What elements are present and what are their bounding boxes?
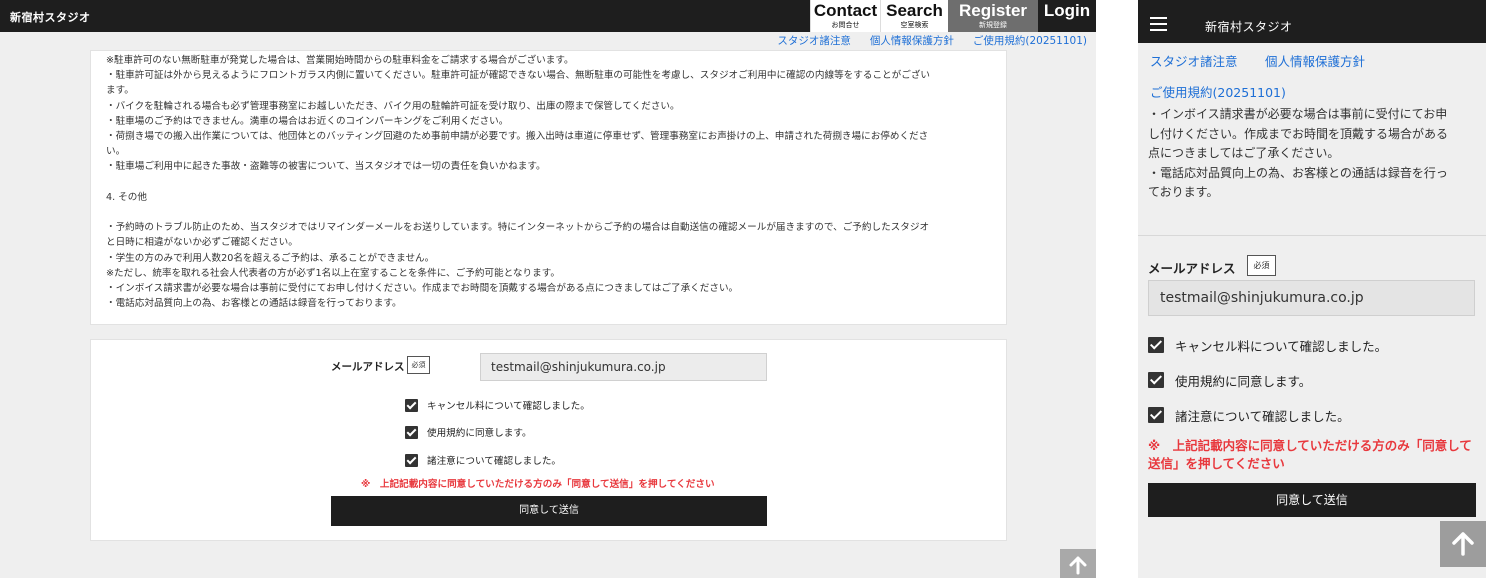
terms-line: 点につきましてはご了承ください。 xyxy=(1148,146,1340,160)
arrow-up-icon xyxy=(1069,556,1087,575)
check-notes-label: 諸注意について確認しました。 xyxy=(427,456,562,467)
nav-contact-sublabel: お問合せ xyxy=(831,21,860,29)
mobile-link-privacy-policy[interactable]: 個人情報保護方針 xyxy=(1265,51,1365,70)
page-root: 新宿村スタジオ Contact お問合せ Search 空室検索 Registe… xyxy=(0,0,1486,578)
check-terms-label: 使用規約に同意します。 xyxy=(427,428,532,439)
mobile-terms-panel: ・インボイス請求書が必要な場合は事前に受付にてお申 し付けください。作成までお時… xyxy=(1138,103,1486,219)
mobile-submit-button[interactable]: 同意して送信 xyxy=(1148,483,1476,517)
consent-note: ※ 上記記載内容に同意していただける方のみ「同意して送信」を押してください xyxy=(361,479,715,490)
terms-spacer xyxy=(106,205,996,220)
nav-register-button[interactable]: Register 新規登録 xyxy=(948,0,1038,32)
terms-line: ・荷捌き場での搬入出作業については、他団体とのバッティング回避のため事前申請が必… xyxy=(106,131,929,143)
link-privacy-policy[interactable]: 個人情報保護方針 xyxy=(870,33,954,49)
hamburger-menu-icon[interactable] xyxy=(1150,17,1167,31)
terms-line: ・駐車許可証は外から見えるようにフロントガラス内側に置いてください。駐車許可証が… xyxy=(106,70,931,82)
terms-line: と日時に相違がないか必ずご確認ください。 xyxy=(106,237,298,249)
mobile-site-logo[interactable]: 新宿村スタジオ xyxy=(1205,18,1293,35)
nav-search-label: Search xyxy=(886,1,943,20)
checkbox-checked-icon[interactable] xyxy=(405,398,418,412)
nav-register-label: Register xyxy=(958,1,1028,20)
terms-line: ・学生の方のみで利用人数20名を超えるご予約は、承ることができません。 xyxy=(106,252,435,264)
header-nav: Contact お問合せ Search 空室検索 Register 新規登録 L… xyxy=(810,0,1096,32)
nav-login-label: Login xyxy=(1043,1,1091,20)
mobile-view: 新宿村スタジオ スタジオ諸注意 個人情報保護方針 ご使用規約(20251101)… xyxy=(1138,0,1486,578)
mobile-header: 新宿村スタジオ xyxy=(1138,0,1486,43)
mobile-back-to-top-button[interactable] xyxy=(1440,521,1486,567)
agreement-form: メールアドレス 必須 testmail@shinjukumura.co.jp キ… xyxy=(90,339,1007,541)
mobile-agreement-form: メールアドレス 必須 testmail@shinjukumura.co.jp キ… xyxy=(1138,235,1486,578)
terms-line: い。 xyxy=(106,146,126,158)
mobile-check-cancellation-label: キャンセル料について確認しました。 xyxy=(1175,338,1388,354)
checkbox-checked-icon[interactable] xyxy=(405,425,418,439)
terms-panel: ※駐車許可のない無断駐車が発覚した場合は、営業開始時間からの駐車料金をご請求する… xyxy=(90,50,1007,325)
checkbox-checked-icon[interactable] xyxy=(405,453,418,467)
nav-search-button[interactable]: Search 空室検索 xyxy=(880,0,948,32)
nav-login-button[interactable]: Login xyxy=(1038,0,1096,32)
terms-line: ・駐車場のご予約はできません。満車の場合はお近くのコインパーキングをご利用くださ… xyxy=(106,115,509,127)
link-terms-of-use[interactable]: ご使用規約(20251101) xyxy=(973,33,1087,49)
terms-section-heading: 4. その他 xyxy=(106,191,147,203)
terms-line: ・予約時のトラブル防止のため、当スタジオではリマインダーメールをお送りしています… xyxy=(106,222,930,234)
mobile-check-notes[interactable]: 諸注意について確認しました。 xyxy=(1148,406,1350,424)
nav-contact-button[interactable]: Contact お問合せ xyxy=(810,0,880,32)
terms-line: ※ただし、統率を取れる社会人代表者の方が必ず1名以上在室することを条件に、ご予約… xyxy=(106,267,560,279)
required-badge: 必須 xyxy=(407,356,430,374)
nav-register-sublabel: 新規登録 xyxy=(979,21,1007,29)
mobile-required-badge: 必須 xyxy=(1247,255,1276,276)
terms-line: ております。 xyxy=(1148,185,1219,199)
mobile-check-terms[interactable]: 使用規約に同意します。 xyxy=(1148,371,1311,389)
terms-line: し付けください。作成までお時間を頂戴する場合がある xyxy=(1148,126,1449,141)
mobile-email-field[interactable]: testmail@shinjukumura.co.jp xyxy=(1148,280,1475,316)
terms-line: ・バイクを駐輪される場合も必ず管理事務室にお越しいただき、バイク用の駐輪許可証を… xyxy=(106,100,680,112)
terms-line: ます。 xyxy=(106,85,134,97)
terms-line: ・駐車場ご利用中に起きた事故・盗難等の被害について、当スタジオでは一切の責任を負… xyxy=(106,161,546,173)
link-studio-notes[interactable]: スタジオ諸注意 xyxy=(777,33,851,49)
check-terms[interactable]: 使用規約に同意します。 xyxy=(405,424,532,440)
checkbox-checked-icon[interactable] xyxy=(1148,372,1164,388)
terms-line: ※駐車許可のない無断駐車が発覚した場合は、営業開始時間からの駐車料金をご請求する… xyxy=(106,55,574,66)
terms-line: ・インボイス請求書が必要な場合は事前に受付にてお申 xyxy=(1148,107,1448,121)
submit-button[interactable]: 同意して送信 xyxy=(331,496,767,526)
mobile-email-label: メールアドレス xyxy=(1148,261,1236,276)
arrow-up-icon xyxy=(1452,532,1474,556)
mobile-link-studio-notes[interactable]: スタジオ諸注意 xyxy=(1150,51,1238,70)
mobile-link-terms-of-use[interactable]: ご使用規約(20251101) xyxy=(1150,82,1286,101)
terms-spacer xyxy=(106,175,996,190)
mobile-check-cancellation[interactable]: キャンセル料について確認しました。 xyxy=(1148,336,1387,354)
email-label: メールアドレス xyxy=(331,361,405,373)
desktop-view: 新宿村スタジオ Contact お問合せ Search 空室検索 Registe… xyxy=(0,0,1096,578)
mobile-check-terms-label: 使用規約に同意します。 xyxy=(1175,373,1312,389)
desktop-header: 新宿村スタジオ Contact お問合せ Search 空室検索 Registe… xyxy=(0,0,1096,32)
terms-line: ・電話応対品質向上の為、お客様との通話は録音を行っ xyxy=(1148,165,1448,180)
check-cancellation[interactable]: キャンセル料について確認しました。 xyxy=(405,397,590,413)
checkbox-checked-icon[interactable] xyxy=(1148,337,1164,353)
mobile-links: スタジオ諸注意 個人情報保護方針 ご使用規約(20251101) xyxy=(1138,43,1486,103)
back-to-top-button[interactable] xyxy=(1060,549,1096,578)
check-cancellation-label: キャンセル料について確認しました。 xyxy=(427,401,590,412)
checkbox-checked-icon[interactable] xyxy=(1148,407,1164,423)
nav-search-sublabel: 空室検索 xyxy=(900,21,929,29)
check-notes[interactable]: 諸注意について確認しました。 xyxy=(405,452,561,468)
mobile-check-notes-label: 諸注意について確認しました。 xyxy=(1175,408,1350,424)
terms-line: ・電話応対品質向上の為、お客様との通話は録音を行っております。 xyxy=(106,298,402,310)
nav-contact-label: Contact xyxy=(813,1,878,20)
terms-line: ・インボイス請求書が必要な場合は事前に受付にてお申し付けください。作成までお時間… xyxy=(106,283,739,295)
header-sublinks: スタジオ諸注意 個人情報保護方針 ご使用規約(20251101) xyxy=(777,33,1087,49)
site-logo[interactable]: 新宿村スタジオ xyxy=(10,9,91,25)
mobile-consent-note: ※ 上記記載内容に同意していただける方のみ「同意して送信」を押してください xyxy=(1148,438,1472,471)
email-field[interactable]: testmail@shinjukumura.co.jp xyxy=(480,353,767,381)
